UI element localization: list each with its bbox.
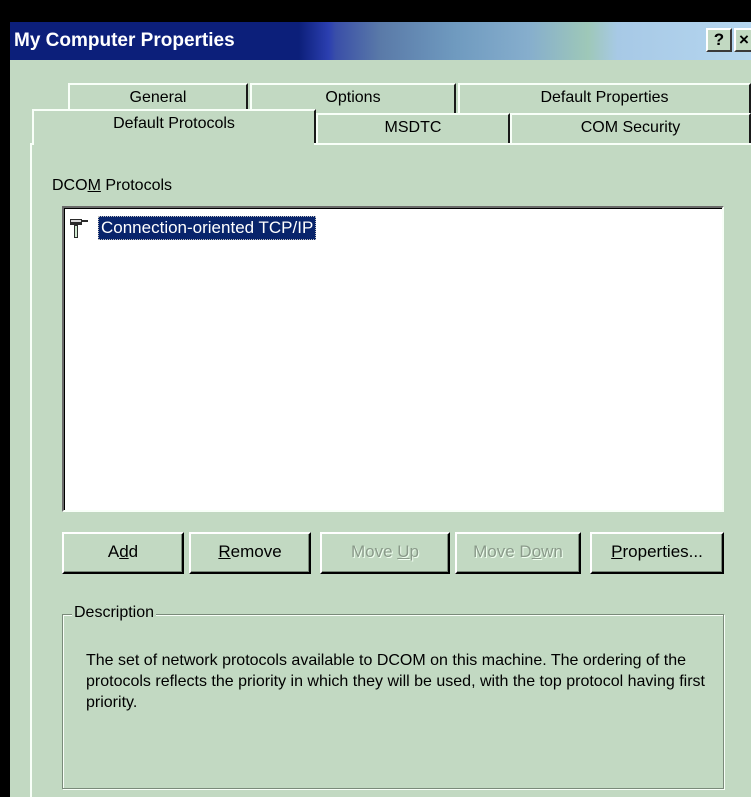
tab-default-protocols[interactable]: Default Protocols — [32, 109, 316, 143]
protocol-item-label: Connection-oriented TCP/IP — [98, 216, 317, 240]
tab-label: Default Protocols — [113, 115, 235, 132]
description-text: The set of network protocols available t… — [86, 652, 705, 711]
tab-label: Options — [325, 89, 381, 106]
properties-button[interactable]: Properties... — [590, 532, 724, 574]
add-button[interactable]: Add — [62, 532, 184, 574]
protocols-listbox[interactable]: Connection-oriented TCP/IP — [62, 206, 724, 512]
help-icon: ? — [713, 30, 725, 49]
tab-panel-gap — [34, 141, 314, 145]
tab-com-security[interactable]: COM Security — [510, 113, 751, 143]
close-icon: × — [739, 30, 749, 49]
tab-default-properties[interactable]: Default Properties — [458, 83, 751, 113]
remove-button[interactable]: Remove — [189, 532, 311, 574]
close-button[interactable]: × — [734, 28, 751, 52]
description-title: Description — [72, 604, 157, 622]
list-item[interactable]: Connection-oriented TCP/IP — [68, 216, 317, 240]
move-up-button[interactable]: Move Up — [320, 532, 450, 574]
help-button[interactable]: ? — [706, 28, 732, 52]
tab-label: General — [129, 89, 187, 106]
tab-label: MSDTC — [384, 119, 442, 136]
tab-msdtc[interactable]: MSDTC — [316, 113, 510, 143]
network-plug-icon — [68, 216, 98, 240]
window-title: My Computer Properties — [14, 30, 235, 51]
move-down-button[interactable]: Move Down — [455, 532, 581, 574]
tab-label: COM Security — [580, 119, 681, 136]
protocols-label: DCOM Protocols — [52, 177, 173, 194]
tab-label: Default Properties — [540, 89, 669, 106]
title-bar[interactable]: My Computer Properties ? × — [10, 22, 751, 60]
